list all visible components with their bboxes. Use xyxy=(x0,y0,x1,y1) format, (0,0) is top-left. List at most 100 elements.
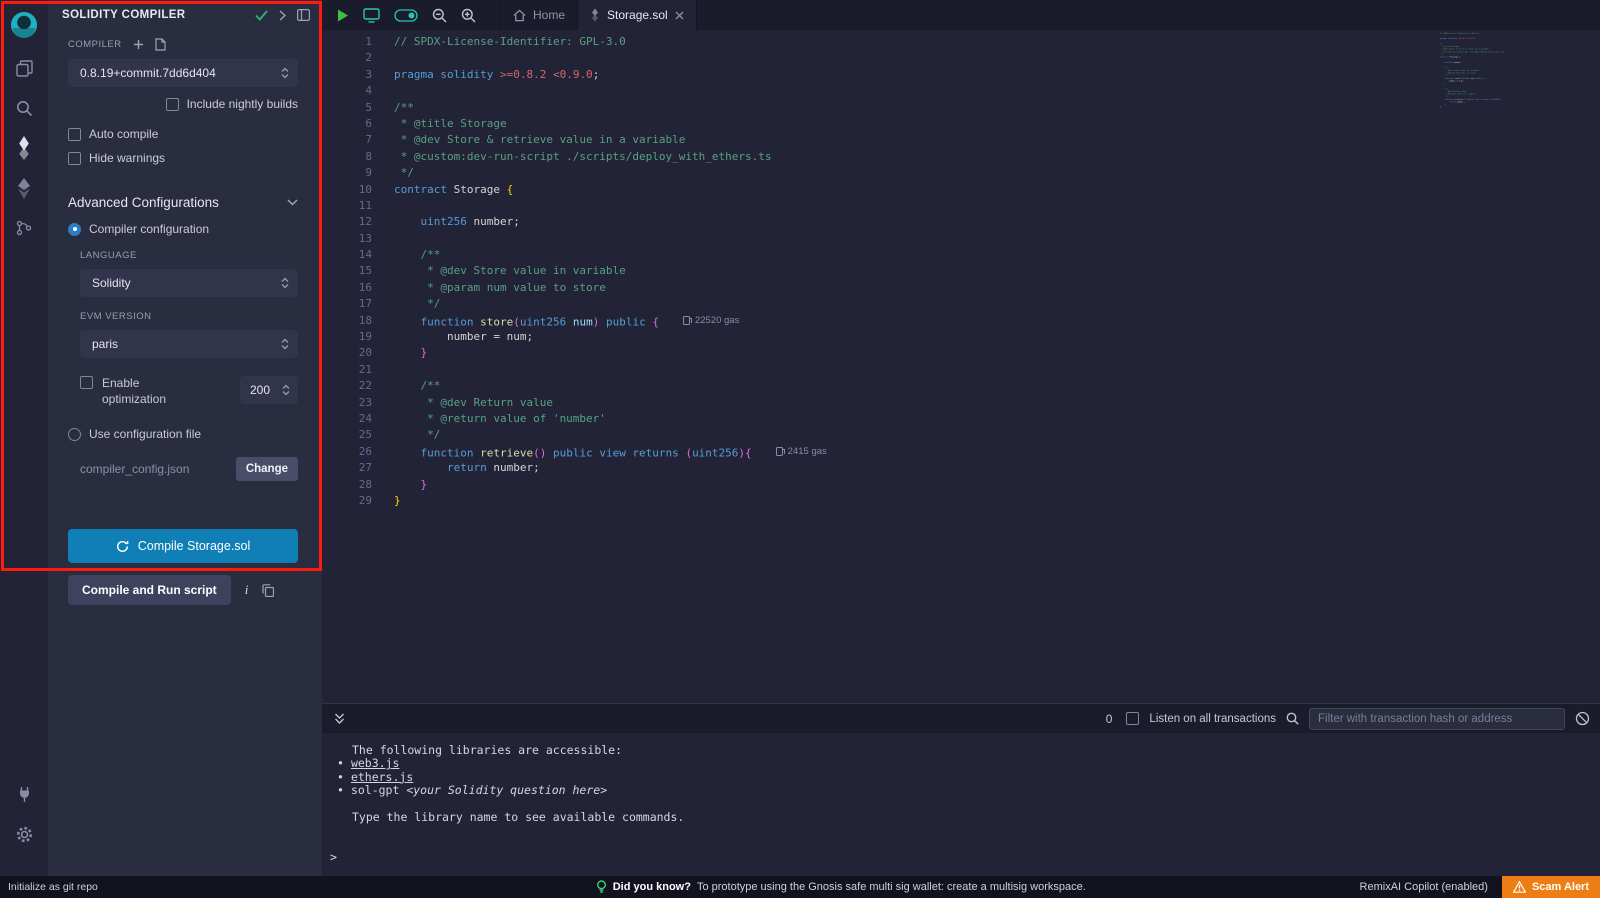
change-config-button[interactable]: Change xyxy=(236,457,298,481)
run-script-play-icon[interactable] xyxy=(337,9,349,22)
compiler-section-row: COMPILER xyxy=(68,38,298,51)
gas-estimate-badge: 22520 gas xyxy=(683,313,739,329)
pin-panel-icon[interactable] xyxy=(297,9,310,21)
info-icon[interactable]: i xyxy=(245,582,249,598)
use-configuration-file-radio[interactable] xyxy=(68,428,81,441)
panel-body: COMPILER 0.8.19+commit.7dd6d404 xyxy=(48,30,322,605)
advanced-configurations-header[interactable]: Advanced Configurations xyxy=(68,195,298,210)
search-icon[interactable] xyxy=(0,88,48,128)
deploy-run-icon[interactable] xyxy=(0,168,48,208)
terminal-line: •web3.js xyxy=(330,757,1600,770)
tab-bar: Home Storage.sol xyxy=(322,0,1600,30)
auto-compile-row: Auto compile xyxy=(68,127,298,141)
advanced-configurations-title: Advanced Configurations xyxy=(68,195,219,210)
code-line: 10contract Storage { xyxy=(322,182,1600,198)
add-compiler-icon[interactable] xyxy=(133,39,144,50)
compile-and-run-button[interactable]: Compile and Run script xyxy=(68,575,231,605)
evm-version-value: paris xyxy=(92,337,281,351)
compiler-version-select[interactable]: 0.8.19+commit.7dd6d404 xyxy=(68,59,298,87)
close-tab-icon[interactable] xyxy=(675,11,684,20)
zoom-out-icon[interactable] xyxy=(432,8,447,23)
enable-optimization-checkbox[interactable] xyxy=(80,376,93,389)
terminal-line: •ethers.js xyxy=(330,771,1600,784)
compile-run-row: Compile and Run script i xyxy=(68,575,298,605)
listen-transactions-checkbox[interactable] xyxy=(1126,712,1139,725)
clear-terminal-icon[interactable] xyxy=(1575,711,1590,726)
code-line: 13 xyxy=(322,231,1600,247)
solidity-compiler-panel: SOLIDITY COMPILER COMPILER xyxy=(48,0,322,876)
copy-icon[interactable] xyxy=(262,584,274,597)
minimap[interactable]: // SPDX-License-Identifier: GPL-3.0pragm… xyxy=(1440,32,1518,182)
use-configuration-file-label: Use configuration file xyxy=(89,427,201,441)
code-line: 18 function store(uint256 num) public {2… xyxy=(322,313,1600,329)
panel-title: SOLIDITY COMPILER xyxy=(62,9,186,21)
evm-version-select[interactable]: paris xyxy=(80,330,298,358)
file-explorer-icon[interactable] xyxy=(0,48,48,88)
main-area: Home Storage.sol 1// SPDX-License-Identi… xyxy=(322,0,1600,876)
open-file-icon[interactable] xyxy=(155,38,166,51)
transaction-filter-input[interactable] xyxy=(1309,708,1565,730)
compile-button[interactable]: Compile Storage.sol xyxy=(68,529,298,563)
scam-alert-badge[interactable]: Scam Alert xyxy=(1502,876,1600,898)
remix-logo-icon[interactable] xyxy=(0,2,48,48)
code-line: 14 /** xyxy=(322,247,1600,263)
tab-home[interactable]: Home xyxy=(500,0,578,30)
gas-pump-icon xyxy=(776,447,783,456)
tip-text: To prototype using the Gnosis safe multi… xyxy=(697,881,1086,893)
status-bar-right: RemixAI Copilot (enabled) Scam Alert xyxy=(1360,876,1600,898)
auto-compile-label: Auto compile xyxy=(89,127,158,141)
optimization-runs-input[interactable] xyxy=(250,383,282,397)
config-filename: compiler_config.json xyxy=(80,462,189,476)
tab-storage-sol[interactable]: Storage.sol xyxy=(578,0,697,30)
remixai-monitor-icon[interactable] xyxy=(363,8,380,23)
zoom-in-icon[interactable] xyxy=(461,8,476,23)
compile-button-label: Compile Storage.sol xyxy=(138,539,251,553)
enable-optimization-label: Enable optimization xyxy=(102,376,186,407)
code-line: 19 number = num; xyxy=(322,329,1600,345)
compiler-configuration-block: LANGUAGE Solidity EVM VERSION paris xyxy=(80,250,298,407)
code-line: 25 */ xyxy=(322,427,1600,443)
code-line: 1// SPDX-License-Identifier: GPL-3.0 xyxy=(322,34,1600,50)
panel-header: SOLIDITY COMPILER xyxy=(48,0,322,30)
git-init-status[interactable]: Initialize as git repo xyxy=(0,881,322,893)
collapse-terminal-icon[interactable] xyxy=(334,712,345,725)
hide-warnings-checkbox[interactable] xyxy=(68,152,81,165)
editor-toolbar-icons xyxy=(322,0,486,30)
language-value: Solidity xyxy=(92,276,281,290)
code-line: 12 uint256 number; xyxy=(322,214,1600,230)
auto-compile-checkbox[interactable] xyxy=(68,128,81,141)
compiler-configuration-row: Compiler configuration xyxy=(68,222,298,236)
code-line: 3pragma solidity >=0.8.2 <0.9.0; xyxy=(322,67,1600,83)
compiler-section-label: COMPILER xyxy=(68,39,122,50)
evm-version-label: EVM VERSION xyxy=(80,311,298,322)
solidity-compiler-icon[interactable] xyxy=(0,128,48,168)
plugin-manager-icon[interactable] xyxy=(0,774,48,814)
number-spinner-icon[interactable] xyxy=(282,384,290,396)
chevron-right-icon[interactable] xyxy=(279,10,286,21)
editor-toggle-switch[interactable] xyxy=(394,9,418,22)
terminal-search-icon[interactable] xyxy=(1286,712,1299,725)
config-file-row: compiler_config.json Change xyxy=(80,457,298,481)
terminal[interactable]: The following libraries are accessible: … xyxy=(322,733,1600,876)
code-editor[interactable]: 1// SPDX-License-Identifier: GPL-3.023pr… xyxy=(322,30,1600,703)
code-line: 24 * @return value of 'number' xyxy=(322,411,1600,427)
code-lines: 1// SPDX-License-Identifier: GPL-3.023pr… xyxy=(322,34,1600,509)
code-line: 22 /** xyxy=(322,378,1600,394)
use-configuration-file-row: Use configuration file xyxy=(68,427,298,441)
select-carets-icon xyxy=(281,67,289,79)
code-line: 4 xyxy=(322,83,1600,99)
include-nightly-checkbox[interactable] xyxy=(166,98,179,111)
transaction-count: 0 xyxy=(1106,712,1113,726)
ethers-link[interactable]: ethers.js xyxy=(351,770,413,784)
terminal-prompt[interactable]: > xyxy=(330,851,1600,864)
home-icon xyxy=(513,9,526,22)
settings-gear-icon[interactable] xyxy=(0,814,48,854)
web3-link[interactable]: web3.js xyxy=(351,756,399,770)
compiler-configuration-radio[interactable] xyxy=(68,223,81,236)
copilot-status[interactable]: RemixAI Copilot (enabled) xyxy=(1360,881,1488,893)
language-select[interactable]: Solidity xyxy=(80,269,298,297)
select-carets-icon xyxy=(281,277,289,289)
chevron-down-icon[interactable] xyxy=(287,199,298,206)
git-icon[interactable] xyxy=(0,208,48,248)
refresh-icon xyxy=(116,540,129,553)
